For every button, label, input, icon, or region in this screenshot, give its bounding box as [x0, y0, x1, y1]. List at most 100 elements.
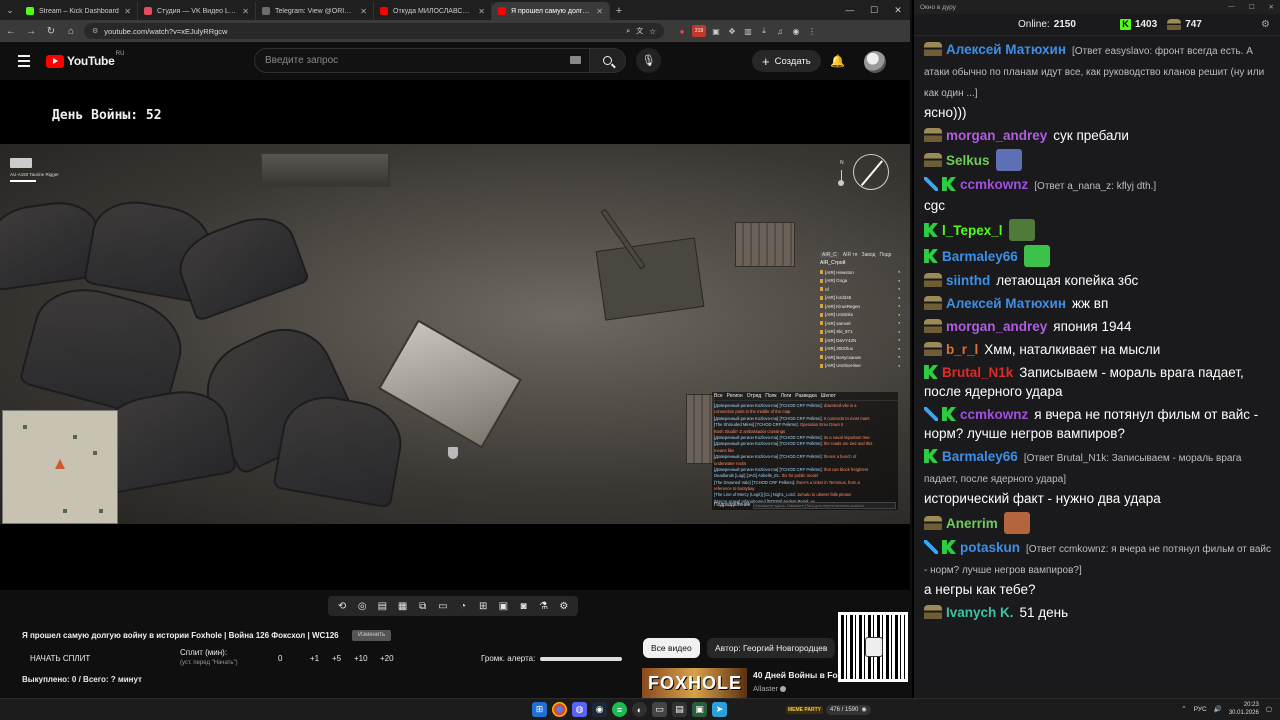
- forward-icon[interactable]: →: [24, 24, 38, 38]
- game-chat-tab[interactable]: Логи: [781, 393, 792, 399]
- youtube-logo[interactable]: YouTube RU: [46, 51, 124, 68]
- search-input[interactable]: [254, 48, 590, 73]
- extension-screen-icon[interactable]: ▣: [710, 25, 722, 37]
- browser-tab[interactable]: Stream – Kick Dashboard ✕: [20, 2, 138, 20]
- speaker-icon[interactable]: 🔊: [1214, 705, 1222, 713]
- squad-member-row[interactable]: [AIR] Goga ◂: [820, 277, 900, 286]
- hamburger-menu-icon[interactable]: [12, 51, 36, 71]
- edit-button[interactable]: Изменить: [352, 630, 392, 641]
- tab-search-icon[interactable]: ⌄: [0, 0, 20, 20]
- squad-tab[interactable]: AIR тя: [843, 252, 858, 258]
- telegram-icon[interactable]: ➤: [712, 702, 727, 717]
- browser-tab[interactable]: Откуда МИЛОСЛАВСКИЙ во ✕: [374, 2, 492, 20]
- game-chat-tab[interactable]: Все: [714, 393, 723, 399]
- squad-member-row[interactable]: [AIR] Ski_871 ◂: [820, 328, 900, 337]
- cinema-mode-icon[interactable]: ▤: [375, 600, 389, 612]
- meme-party-widget[interactable]: MEME PARTY 476 / 1590 ◉: [786, 700, 871, 719]
- add-clip-icon[interactable]: ⊞: [476, 600, 490, 612]
- video-player[interactable]: День Войны: 52 AU-A150 Taurine Rigger N …: [0, 80, 910, 590]
- browser-tab[interactable]: Telegram: View @ORIGINALDA ✕: [256, 2, 374, 20]
- voice-search-button[interactable]: 🎙: [636, 48, 661, 73]
- site-info-icon[interactable]: ⚙: [92, 27, 98, 35]
- chat-username[interactable]: b_r_l: [946, 342, 978, 357]
- game-chat-tab[interactable]: Разведка: [795, 393, 816, 399]
- chat-username[interactable]: ccmkownz: [960, 407, 1028, 422]
- frame-icon[interactable]: ▣: [496, 600, 510, 612]
- chat-maximize-icon[interactable]: ☐: [1249, 3, 1255, 11]
- search-page-icon[interactable]: ⌕: [626, 26, 630, 36]
- audio-wave-icon[interactable]: ◎: [355, 600, 369, 612]
- split-value-button[interactable]: +20: [380, 654, 394, 663]
- alert-volume-slider[interactable]: [540, 657, 622, 661]
- chat-username[interactable]: Алексей Матюхин: [946, 42, 1066, 57]
- tab-close-icon[interactable]: ✕: [478, 7, 485, 16]
- chat-username[interactable]: siinthd: [946, 273, 990, 288]
- chat-username[interactable]: morgan_andrey: [946, 319, 1047, 334]
- chat-username[interactable]: l_Tepex_l: [942, 223, 1003, 238]
- squad-tab[interactable]: Подр: [879, 252, 891, 258]
- tab-close-icon[interactable]: ✕: [242, 7, 249, 16]
- tab-close-icon[interactable]: ✕: [124, 7, 131, 16]
- squad-member-row[interactable]: [AIR] UnOboHiser ◂: [820, 362, 900, 371]
- squad-member-row[interactable]: [AIR] UnSinks ◂: [820, 311, 900, 320]
- flask-icon[interactable]: ⚗: [537, 600, 551, 612]
- browser-tab[interactable]: Студия — VK Видео Live ✕: [138, 2, 256, 20]
- profile-icon[interactable]: ◉: [790, 25, 802, 37]
- extension-badge-icon[interactable]: 219: [692, 25, 706, 37]
- search-button[interactable]: [590, 48, 626, 73]
- notifications-icon[interactable]: ▢: [1266, 705, 1272, 713]
- discord-icon[interactable]: ◍: [572, 702, 587, 717]
- files-icon[interactable]: ▣: [692, 702, 707, 717]
- clock[interactable]: 20:23 30.01.2026: [1229, 701, 1259, 717]
- chip-all-videos[interactable]: Все видео: [643, 638, 700, 658]
- keyboard-icon[interactable]: [570, 56, 581, 64]
- media-control-icon[interactable]: ♫: [774, 25, 786, 37]
- chat-username[interactable]: Barmaley66: [942, 249, 1018, 264]
- home-icon[interactable]: ⌂: [64, 24, 78, 38]
- address-bar[interactable]: ⚙ youtube.com/watch?v=xEJulyRRgcw ⌕ 文 ☆: [84, 23, 664, 39]
- split-value-button[interactable]: +5: [332, 654, 341, 663]
- split-value-button[interactable]: +10: [354, 654, 368, 663]
- subtitles-icon[interactable]: ▭: [436, 600, 450, 612]
- game-chat-tab[interactable]: Отряд: [747, 393, 762, 399]
- translate-icon[interactable]: 文: [636, 26, 643, 36]
- obs-icon[interactable]: ◐: [632, 702, 647, 717]
- game-chat-tab[interactable]: Шепот: [821, 393, 836, 399]
- recommended-thumbnail[interactable]: FOXHOLE: [642, 668, 747, 698]
- split-value-button[interactable]: 0: [278, 654, 282, 663]
- create-button[interactable]: + Создать: [752, 50, 821, 72]
- game-chat-input[interactable]: [753, 501, 896, 509]
- squad-member-row[interactable]: [AIR] 300Olux ◂: [820, 345, 900, 354]
- terminal-icon[interactable]: ▤: [672, 702, 687, 717]
- chat-username[interactable]: potaskun: [960, 540, 1020, 555]
- screenshot-camera-icon[interactable]: ◙: [516, 600, 530, 612]
- sidebar-icon[interactable]: ▥: [742, 25, 754, 37]
- chip-author[interactable]: Автор: Георгий Новгородцев: [707, 638, 836, 658]
- squad-member-row[interactable]: [AIR] lord345 ◂: [820, 294, 900, 303]
- close-icon[interactable]: ✕: [886, 0, 910, 20]
- browser-tab[interactable]: Я прошел самую долгую в ✕: [492, 2, 610, 20]
- chat-username[interactable]: morgan_andrey: [946, 128, 1047, 143]
- squad-member-row[interactable]: [AIR] samvel ◂: [820, 319, 900, 328]
- language-indicator[interactable]: РУС: [1194, 706, 1207, 713]
- chat-username[interactable]: Ivanych K.: [946, 605, 1014, 620]
- windows-start-icon[interactable]: ⊞: [532, 702, 547, 717]
- tab-close-icon[interactable]: ✕: [360, 7, 367, 16]
- picture-in-picture-icon[interactable]: ⧉: [416, 600, 430, 612]
- account-avatar[interactable]: [864, 51, 886, 73]
- notifications-bell-icon[interactable]: 🔔: [830, 54, 845, 68]
- settings-gear-icon[interactable]: ⚙: [557, 600, 571, 612]
- recommended-title[interactable]: 40 Дней Войны в Fox: [753, 670, 839, 680]
- loop-icon[interactable]: ⟲: [335, 600, 349, 612]
- squad-member-row[interactable]: [AIR] DaVY42N ◂: [820, 336, 900, 345]
- recommended-channel[interactable]: Allaster: [753, 684, 787, 693]
- reload-icon[interactable]: ↻: [44, 24, 58, 38]
- steam-icon[interactable]: ◉: [592, 702, 607, 717]
- game-chat-tab[interactable]: Регион: [727, 393, 743, 399]
- chat-username[interactable]: Brutal_N1k: [942, 365, 1013, 380]
- tray-arrow-icon[interactable]: ⌃: [1181, 705, 1186, 713]
- minimize-icon[interactable]: —: [838, 0, 862, 20]
- game-chat-tab[interactable]: Полк: [765, 393, 776, 399]
- spotify-icon[interactable]: ≡: [612, 702, 627, 717]
- squad-member-row[interactable]: nf ◂: [820, 285, 900, 294]
